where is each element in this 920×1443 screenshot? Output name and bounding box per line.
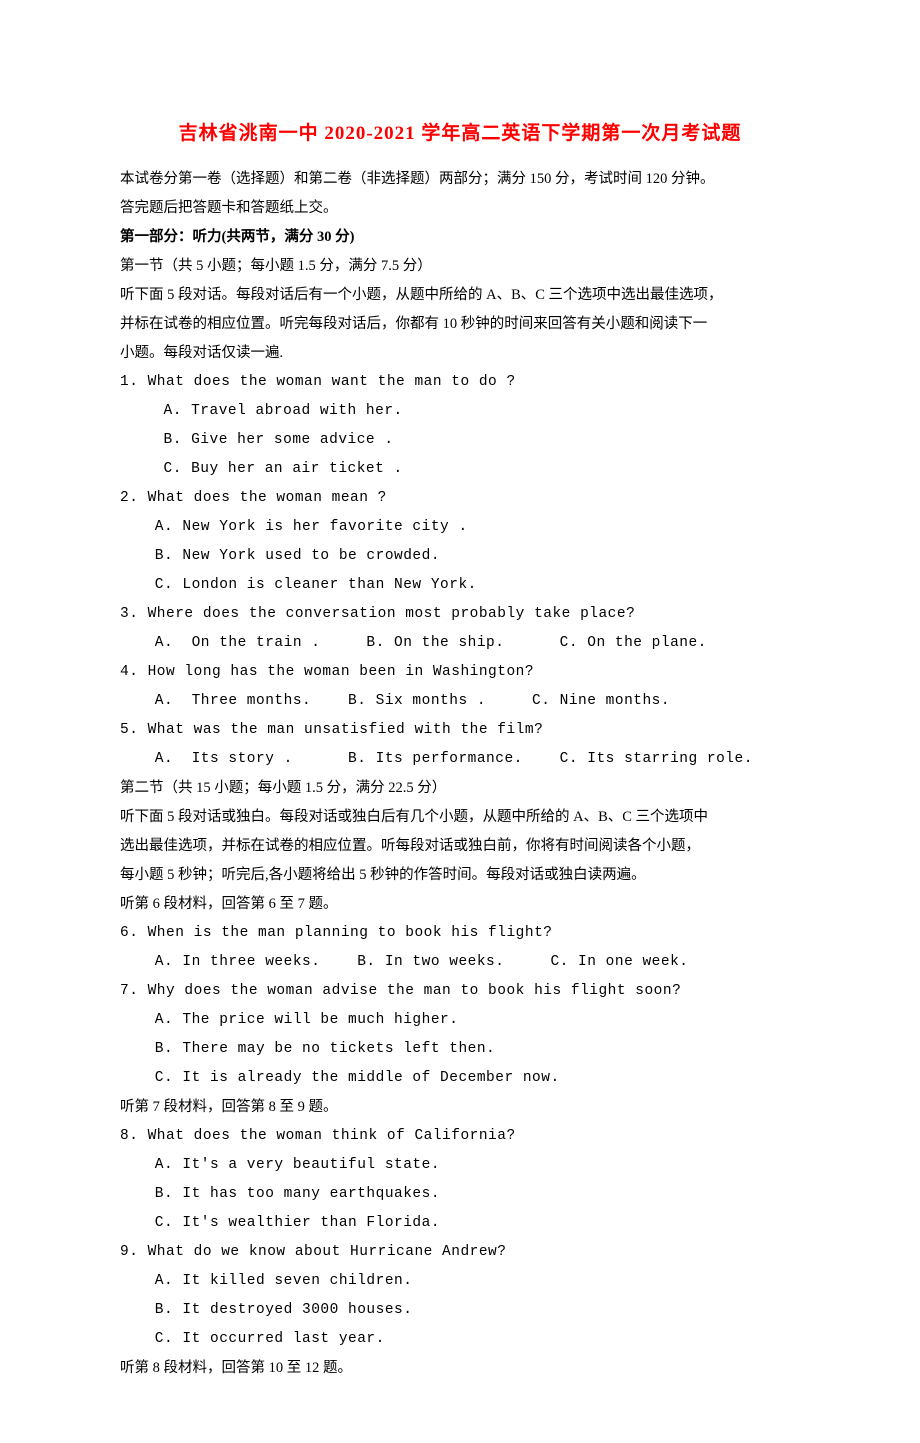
question-2-option-b: B. New York used to be crowded. (120, 542, 800, 571)
question-2-option-c: C. London is cleaner than New York. (120, 571, 800, 600)
question-9: 9. What do we know about Hurricane Andre… (120, 1238, 800, 1267)
question-4: 4. How long has the woman been in Washin… (120, 658, 800, 687)
question-5-options: A. Its story . B. Its performance. C. It… (120, 745, 800, 774)
question-9-option-b: B. It destroyed 3000 houses. (120, 1296, 800, 1325)
exam-page: 吉林省洮南一中 2020-2021 学年高二英语下学期第一次月考试题 本试卷分第… (0, 0, 920, 1443)
question-8-option-a: A. It's a very beautiful state. (120, 1151, 800, 1180)
segment-6-heading: 听第 6 段材料，回答第 6 至 7 题。 (120, 890, 800, 919)
question-3-options: A. On the train . B. On the ship. C. On … (120, 629, 800, 658)
section1-instruction-3: 小题。每段对话仅读一遍. (120, 339, 800, 368)
question-9-option-c: C. It occurred last year. (120, 1325, 800, 1354)
section2-instruction-2: 选出最佳选项，并标在试卷的相应位置。听每段对话或独白前，你将有时间阅读各个小题， (120, 832, 800, 861)
question-7-option-c: C. It is already the middle of December … (120, 1064, 800, 1093)
question-5: 5. What was the man unsatisfied with the… (120, 716, 800, 745)
section1-instruction-1: 听下面 5 段对话。每段对话后有一个小题，从题中所给的 A、B、C 三个选项中选… (120, 281, 800, 310)
question-2: 2. What does the woman mean ? (120, 484, 800, 513)
question-8-option-b: B. It has too many earthquakes. (120, 1180, 800, 1209)
question-6: 6. When is the man planning to book his … (120, 919, 800, 948)
part1-heading: 第一部分：听力(共两节，满分 30 分) (120, 223, 800, 252)
section2-instruction-1: 听下面 5 段对话或独白。每段对话或独白后有几个小题，从题中所给的 A、B、C … (120, 803, 800, 832)
question-7-option-a: A. The price will be much higher. (120, 1006, 800, 1035)
question-1: 1. What does the woman want the man to d… (120, 368, 800, 397)
question-7-option-b: B. There may be no tickets left then. (120, 1035, 800, 1064)
question-8: 8. What does the woman think of Californ… (120, 1122, 800, 1151)
question-7: 7. Why does the woman advise the man to … (120, 977, 800, 1006)
segment-8-heading: 听第 8 段材料，回答第 10 至 12 题。 (120, 1354, 800, 1383)
question-1-option-c: C. Buy her an air ticket . (120, 455, 800, 484)
intro-line-2: 答完题后把答题卡和答题纸上交。 (120, 194, 800, 223)
segment-7-heading: 听第 7 段材料，回答第 8 至 9 题。 (120, 1093, 800, 1122)
question-2-option-a: A. New York is her favorite city . (120, 513, 800, 542)
question-1-option-a: A. Travel abroad with her. (120, 397, 800, 426)
intro-line-1: 本试卷分第一卷（选择题）和第二卷（非选择题）两部分；满分 150 分，考试时间 … (120, 165, 800, 194)
section1-heading: 第一节（共 5 小题；每小题 1.5 分，满分 7.5 分） (120, 252, 800, 281)
section1-instruction-2: 并标在试卷的相应位置。听完每段对话后，你都有 10 秒钟的时间来回答有关小题和阅… (120, 310, 800, 339)
question-9-option-a: A. It killed seven children. (120, 1267, 800, 1296)
question-6-options: A. In three weeks. B. In two weeks. C. I… (120, 948, 800, 977)
question-4-options: A. Three months. B. Six months . C. Nine… (120, 687, 800, 716)
question-1-option-b: B. Give her some advice . (120, 426, 800, 455)
question-8-option-c: C. It's wealthier than Florida. (120, 1209, 800, 1238)
section2-heading: 第二节（共 15 小题；每小题 1.5 分，满分 22.5 分） (120, 774, 800, 803)
question-3: 3. Where does the conversation most prob… (120, 600, 800, 629)
exam-title: 吉林省洮南一中 2020-2021 学年高二英语下学期第一次月考试题 (120, 115, 800, 153)
section2-instruction-3: 每小题 5 秒钟；听完后,各小题将给出 5 秒钟的作答时间。每段对话或独白读两遍… (120, 861, 800, 890)
